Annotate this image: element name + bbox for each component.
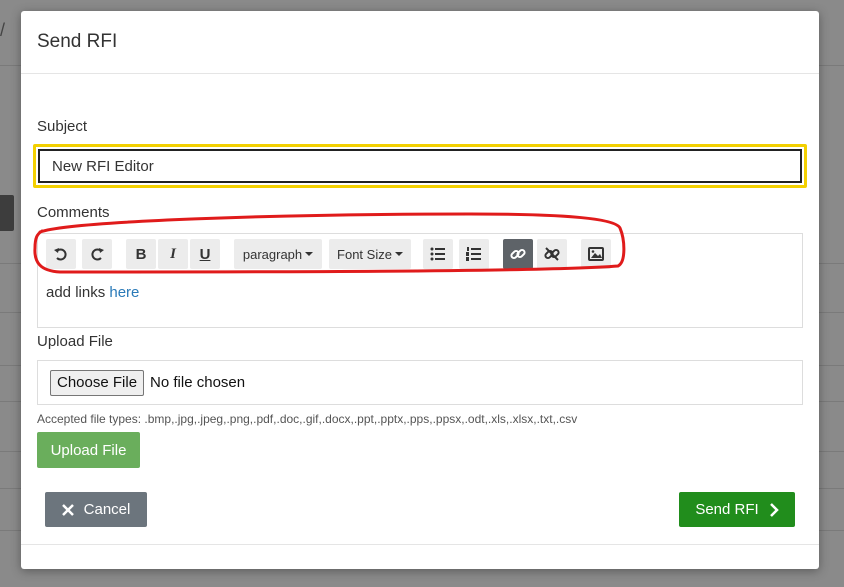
- subject-label: Subject: [37, 118, 88, 135]
- link-button[interactable]: [503, 239, 533, 269]
- image-icon: [588, 247, 604, 261]
- numbered-list-button[interactable]: [459, 239, 489, 269]
- cancel-label: Cancel: [83, 501, 131, 518]
- undo-button[interactable]: [46, 239, 76, 269]
- footer-divider: [21, 544, 819, 545]
- background-send-icon: [0, 195, 14, 231]
- background-fragment: /: [0, 20, 6, 40]
- accepted-types-text: Accepted file types: .bmp,.jpg,.jpeg,.pn…: [37, 412, 578, 426]
- font-size-dropdown[interactable]: Font Size: [329, 239, 411, 269]
- bullet-list-button[interactable]: [423, 239, 453, 269]
- subject-highlight: [33, 144, 807, 188]
- bold-button[interactable]: B: [126, 239, 156, 269]
- subject-input[interactable]: [38, 149, 802, 183]
- comments-label: Comments: [37, 204, 110, 221]
- underline-button[interactable]: U: [190, 239, 220, 269]
- chevron-down-icon: [305, 252, 314, 256]
- numbered-list-icon: [466, 247, 481, 261]
- editor-content[interactable]: add links here: [46, 284, 139, 301]
- bullet-list-icon: [430, 247, 445, 261]
- choose-file-button[interactable]: Choose File: [50, 369, 145, 396]
- italic-button[interactable]: I: [158, 239, 188, 269]
- file-input: Choose File No file chosen: [37, 360, 803, 405]
- editor-body-text: add links: [46, 284, 110, 301]
- chevron-down-icon: [394, 252, 403, 256]
- redo-button[interactable]: [82, 239, 112, 269]
- image-button[interactable]: [581, 239, 611, 269]
- send-rfi-label: Send RFI: [695, 501, 759, 518]
- editor-body-link[interactable]: here: [109, 284, 139, 301]
- send-rfi-button[interactable]: Send RFI: [679, 492, 795, 527]
- upload-label: Upload File: [37, 333, 113, 350]
- comments-editor: B I U paragraph Font Size add links here: [37, 233, 803, 328]
- unlink-button[interactable]: [537, 239, 567, 269]
- undo-icon: [54, 248, 67, 261]
- upload-file-button[interactable]: Upload File: [37, 432, 140, 468]
- chevron-right-icon: [769, 502, 779, 517]
- redo-icon: [91, 248, 104, 261]
- font-size-dropdown-label: Font Size: [337, 246, 392, 262]
- send-rfi-modal: Send RFI Subject Comments B I U: [21, 11, 819, 569]
- modal-header: Send RFI: [21, 11, 819, 74]
- modal-title: Send RFI: [37, 31, 118, 52]
- no-file-text: No file chosen: [150, 374, 246, 391]
- close-icon: [61, 503, 74, 516]
- unlink-icon: [544, 247, 560, 261]
- link-icon: [510, 248, 526, 260]
- paragraph-dropdown[interactable]: paragraph: [234, 239, 322, 269]
- cancel-button[interactable]: Cancel: [45, 492, 147, 527]
- paragraph-dropdown-label: paragraph: [242, 246, 303, 262]
